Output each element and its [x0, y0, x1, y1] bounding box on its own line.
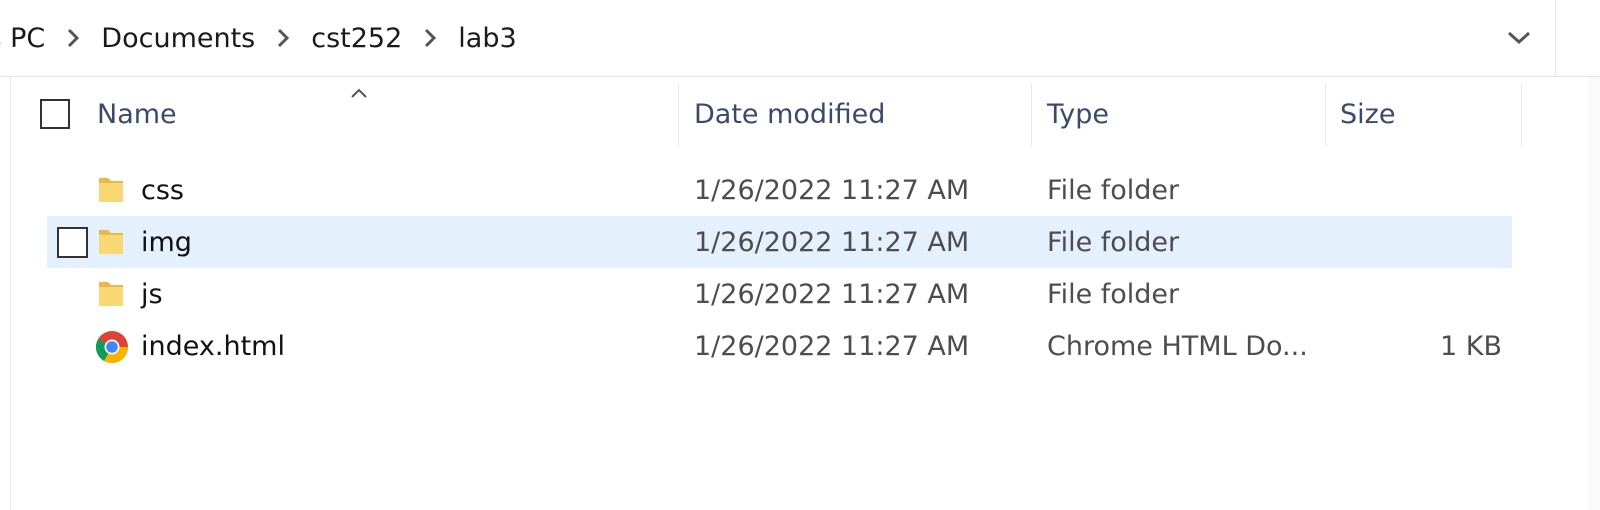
file-row-js[interactable]: js 1/26/2022 11:27 AM File folder: [47, 268, 1512, 320]
divider: [1555, 0, 1556, 76]
address-history-dropdown[interactable]: [1500, 20, 1538, 56]
chevron-right-icon[interactable]: [408, 24, 452, 52]
chrome-icon: [95, 330, 129, 364]
file-date-modified: 1/26/2022 11:27 AM: [694, 226, 970, 258]
file-row-index-html[interactable]: index.html 1/26/2022 11:27 AM Chrome HTM…: [47, 320, 1512, 372]
column-divider[interactable]: [1325, 84, 1326, 146]
column-divider[interactable]: [678, 84, 679, 146]
file-date-modified: 1/26/2022 11:27 AM: [694, 330, 970, 362]
column-header-type[interactable]: Type: [1047, 80, 1109, 148]
file-size: 1 KB: [1440, 330, 1502, 362]
file-name: js: [141, 278, 163, 310]
file-row-css[interactable]: css 1/26/2022 11:27 AM File folder: [47, 164, 1512, 216]
column-header-date-modified[interactable]: Date modified: [694, 80, 885, 148]
breadcrumb-item-cst252[interactable]: cst252: [305, 23, 408, 54]
breadcrumb-item-documents[interactable]: Documents: [95, 23, 261, 54]
breadcrumb: is PC Documents cst252 lab3: [0, 0, 523, 76]
file-type: File folder: [1047, 174, 1180, 206]
chevron-right-icon[interactable]: [261, 24, 305, 52]
file-row-img[interactable]: img 1/26/2022 11:27 AM File folder: [47, 216, 1512, 268]
chevron-right-icon[interactable]: [51, 24, 95, 52]
row-checkbox[interactable]: [57, 227, 88, 258]
file-date-modified: 1/26/2022 11:27 AM: [694, 174, 970, 206]
folder-icon: [95, 278, 127, 310]
file-name: img: [141, 226, 192, 258]
column-header-name[interactable]: Name: [97, 80, 177, 148]
column-divider[interactable]: [1521, 84, 1522, 146]
column-header-size[interactable]: Size: [1340, 80, 1395, 148]
file-type: File folder: [1047, 226, 1180, 258]
column-divider[interactable]: [1031, 84, 1032, 146]
file-name: css: [141, 174, 184, 206]
chevron-down-icon: [1507, 31, 1531, 45]
file-type: Chrome HTML Do...: [1047, 330, 1308, 362]
vertical-scrollbar[interactable]: [1588, 77, 1600, 510]
breadcrumb-item-this-pc[interactable]: is PC: [0, 23, 51, 54]
folder-icon: [95, 174, 127, 206]
file-name: index.html: [141, 330, 285, 362]
file-type: File folder: [1047, 278, 1180, 310]
column-header-row: Name Date modified Type Size: [10, 80, 1540, 148]
folder-icon: [95, 226, 127, 258]
file-date-modified: 1/26/2022 11:27 AM: [694, 278, 970, 310]
address-bar[interactable]: is PC Documents cst252 lab3: [0, 0, 1600, 77]
breadcrumb-item-lab3[interactable]: lab3: [452, 23, 522, 54]
